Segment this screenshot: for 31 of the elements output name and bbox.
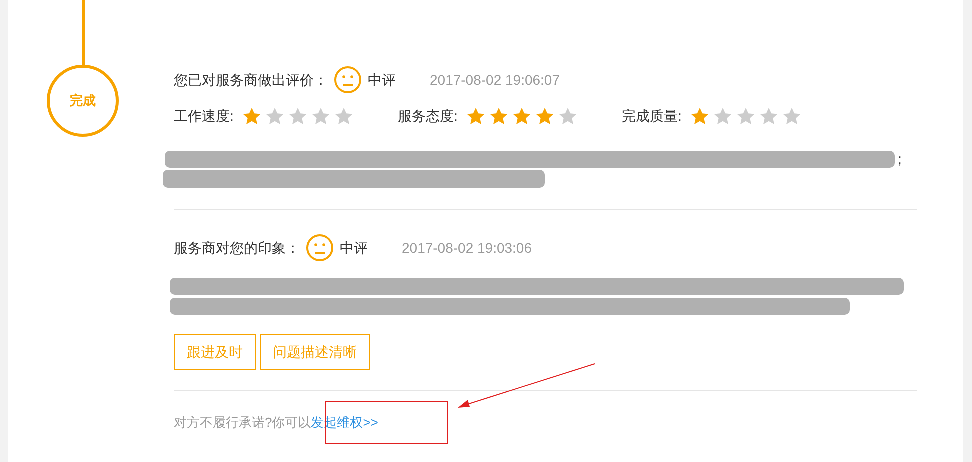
star-icon	[242, 108, 261, 125]
star-icon	[782, 108, 801, 125]
footer-text: 对方不履行承诺?你可以	[174, 414, 312, 432]
star-icon	[558, 108, 577, 125]
score-label: 工作速度:	[174, 107, 234, 126]
step-label: 完成	[70, 92, 96, 110]
star-icon	[736, 108, 755, 125]
impression-tag: 跟进及时	[174, 334, 256, 370]
star-icon	[334, 108, 353, 125]
review-label: 服务商对您的印象：	[174, 238, 300, 258]
star-icon	[312, 108, 330, 125]
punctuation-text: ;	[898, 151, 902, 168]
star-icon	[760, 108, 778, 125]
impression-tag: 问题描述清晰	[260, 334, 370, 370]
star-icon	[266, 108, 284, 125]
review-time: 2017-08-02 19:06:07	[430, 70, 560, 90]
neutral-face-icon	[334, 66, 362, 94]
star-icon	[536, 108, 554, 125]
star-icon	[714, 108, 732, 125]
star-icon	[512, 108, 531, 125]
review-label: 您已对服务商做出评价：	[174, 70, 328, 90]
star-icon	[466, 108, 485, 125]
star-icon	[690, 108, 709, 125]
review-time: 2017-08-02 19:03:06	[402, 238, 532, 258]
score-label: 完成质量:	[622, 107, 682, 126]
rating-text: 中评	[340, 238, 368, 258]
star-icon	[288, 108, 307, 125]
neutral-face-icon	[306, 234, 334, 262]
star-icon	[490, 108, 508, 125]
score-label: 服务态度:	[398, 107, 458, 126]
rating-text: 中评	[368, 70, 396, 90]
